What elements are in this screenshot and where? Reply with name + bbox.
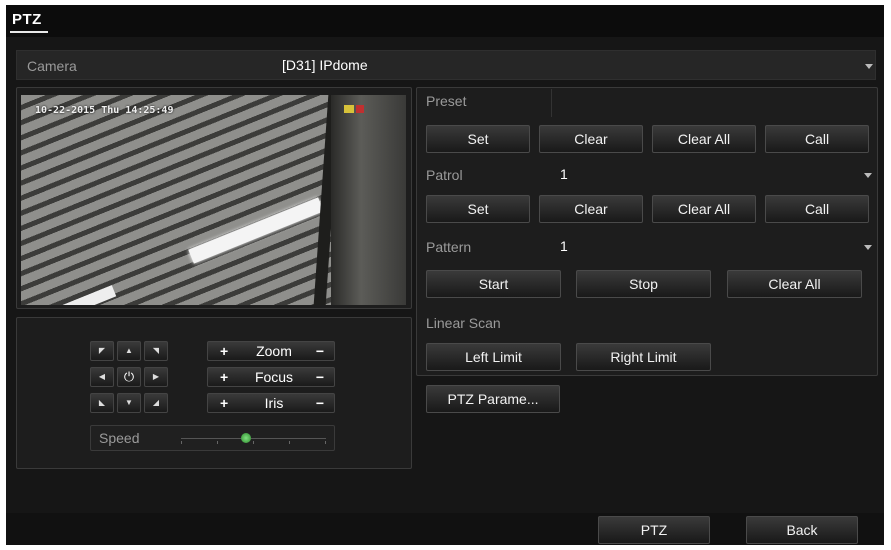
patrol-set-button[interactable]: Set <box>426 195 530 223</box>
patrol-value: 1 <box>560 166 568 182</box>
iris-open-button[interactable]: + <box>220 395 228 411</box>
zoom-out-button[interactable]: − <box>316 343 324 359</box>
pan-left-icon[interactable]: ◀ <box>90 367 114 387</box>
iris-control: + Iris − <box>207 393 335 413</box>
ptz-button[interactable]: PTZ <box>598 516 710 544</box>
preset-set-button[interactable]: Set <box>426 125 530 153</box>
ptz-parameters-button[interactable]: PTZ Parame... <box>426 385 560 413</box>
video-wall <box>331 95 406 305</box>
speed-tick <box>289 441 290 444</box>
speed-tick <box>253 441 254 444</box>
pan-up-left-icon[interactable]: ◤ <box>90 341 114 361</box>
left-limit-button[interactable]: Left Limit <box>426 343 561 371</box>
patrol-call-button[interactable]: Call <box>765 195 869 223</box>
divider <box>551 89 552 117</box>
speed-tick <box>181 441 182 444</box>
pan-up-right-icon[interactable]: ◥ <box>144 341 168 361</box>
preset-label: Preset <box>426 93 467 109</box>
speed-tick <box>325 441 326 444</box>
focus-label: Focus <box>254 369 294 385</box>
chevron-down-icon <box>864 245 872 250</box>
record-status-icon <box>344 105 354 113</box>
iris-close-button[interactable]: − <box>316 395 324 411</box>
speed-slider-knob[interactable] <box>241 433 252 443</box>
patrol-label: Patrol <box>426 167 463 183</box>
title-tab-underline <box>10 31 48 33</box>
camera-label: Camera <box>27 58 77 74</box>
pan-down-left-icon[interactable]: ◣ <box>90 393 114 413</box>
live-video-preview[interactable]: 10-22-2015 Thu 14:25:49 <box>21 95 406 305</box>
alarm-status-icon <box>356 105 364 113</box>
speed-tick <box>217 441 218 444</box>
zoom-control: + Zoom − <box>207 341 335 361</box>
pan-down-icon[interactable]: ▼ <box>117 393 141 413</box>
pattern-stop-button[interactable]: Stop <box>576 270 711 298</box>
focus-near-button[interactable]: + <box>220 369 228 385</box>
speed-label: Speed <box>99 430 140 446</box>
preset-call-button[interactable]: Call <box>765 125 869 153</box>
pattern-clear-all-button[interactable]: Clear All <box>727 270 862 298</box>
right-limit-button[interactable]: Right Limit <box>576 343 711 371</box>
focus-far-button[interactable]: − <box>316 369 324 385</box>
auto-scan-icon[interactable]: ⏻ <box>117 367 141 387</box>
camera-value: [D31] IPdome <box>282 57 368 73</box>
patrol-select[interactable]: Patrol 1 <box>418 161 876 189</box>
patrol-clear-all-button[interactable]: Clear All <box>652 195 756 223</box>
patrol-clear-button[interactable]: Clear <box>539 195 643 223</box>
back-button[interactable]: Back <box>746 516 858 544</box>
camera-select[interactable]: Camera [D31] IPdome <box>16 50 876 80</box>
linear-scan-label: Linear Scan <box>426 315 501 331</box>
pattern-select[interactable]: Pattern 1 <box>418 233 876 261</box>
title-bar: PTZ <box>6 5 884 37</box>
zoom-in-button[interactable]: + <box>220 343 228 359</box>
chevron-down-icon <box>865 64 873 69</box>
pattern-value: 1 <box>560 238 568 254</box>
iris-label: Iris <box>264 395 284 411</box>
chevron-down-icon <box>864 173 872 178</box>
window-title: PTZ <box>12 11 42 28</box>
speed-control: Speed <box>90 425 335 451</box>
pattern-label: Pattern <box>426 239 472 255</box>
pan-down-right-icon[interactable]: ◢ <box>144 393 168 413</box>
preset-clear-button[interactable]: Clear <box>539 125 643 153</box>
zoom-label: Zoom <box>256 343 292 359</box>
preset-clear-all-button[interactable]: Clear All <box>652 125 756 153</box>
pan-up-icon[interactable]: ▲ <box>117 341 141 361</box>
pan-right-icon[interactable]: ▶ <box>144 367 168 387</box>
ptz-window: PTZ Camera [D31] IPdome 10-22-2015 Thu 1… <box>6 5 884 545</box>
focus-control: + Focus − <box>207 367 335 387</box>
speed-slider-track[interactable] <box>181 438 326 439</box>
pattern-start-button[interactable]: Start <box>426 270 561 298</box>
video-osd-timestamp: 10-22-2015 Thu 14:25:49 <box>35 105 174 116</box>
